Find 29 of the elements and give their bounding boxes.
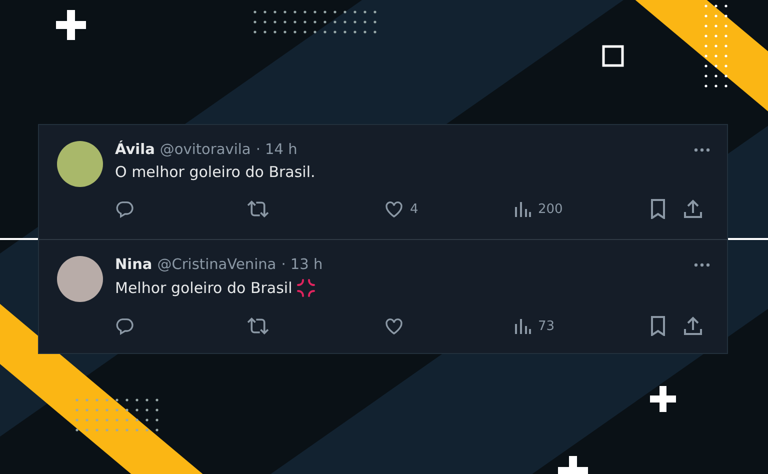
view-count: 73 [538, 318, 555, 334]
user-name[interactable]: Ávila [115, 142, 155, 158]
share-icon[interactable] [683, 316, 703, 336]
reply-icon[interactable] [115, 199, 135, 219]
bookmark-icon[interactable] [649, 316, 667, 336]
plus-icon [650, 386, 676, 412]
user-handle[interactable]: @ovitoravila [160, 142, 251, 158]
heart-icon[interactable] [384, 316, 404, 336]
retweet-icon[interactable] [247, 199, 269, 219]
heart-icon[interactable] [384, 199, 404, 219]
user-name[interactable]: Nina [115, 257, 152, 273]
avatar-placeholder[interactable] [57, 141, 103, 187]
avatar-placeholder[interactable] [57, 256, 103, 302]
post-time[interactable]: · 13 h [281, 257, 323, 273]
retweet-icon[interactable] [247, 316, 269, 336]
square-outline-icon [602, 45, 624, 67]
tweet-text: O melhor goleiro do Brasil. [115, 163, 316, 181]
tweet-text: Melhor goleiro do Brasil [115, 279, 292, 297]
anger-symbol-icon [296, 278, 316, 298]
post-time[interactable]: · 14 h [256, 142, 298, 158]
share-icon[interactable] [683, 199, 703, 219]
like-count: 4 [410, 202, 418, 216]
bar-chart-icon[interactable] [514, 200, 532, 218]
view-count: 200 [538, 202, 563, 216]
reply-icon[interactable] [115, 316, 135, 336]
user-handle[interactable]: @CristinaVenina [157, 257, 276, 273]
plus-icon [56, 10, 86, 40]
bookmark-icon[interactable] [649, 199, 667, 219]
bar-chart-icon[interactable] [514, 317, 532, 335]
